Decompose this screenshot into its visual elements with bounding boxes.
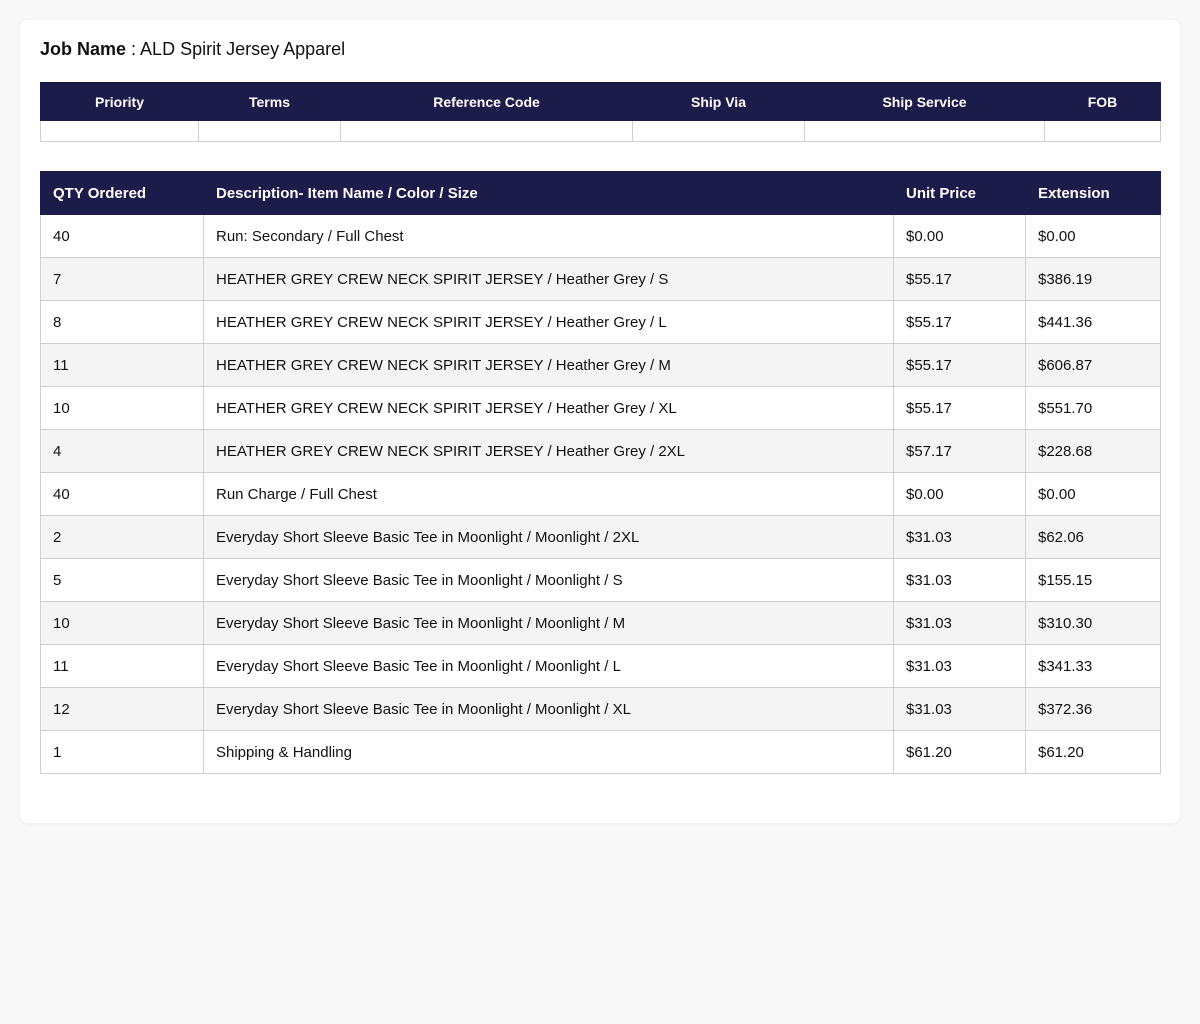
description-cell: Everyday Short Sleeve Basic Tee in Moonl…	[203, 601, 894, 645]
qty-cell: 10	[40, 601, 204, 645]
qty-cell: 2	[40, 515, 204, 559]
table-row: 4 HEATHER GREY CREW NECK SPIRIT JERSEY / …	[40, 429, 1161, 473]
order-info-table: Priority Terms Reference Code Ship Via S…	[40, 82, 1161, 142]
fob-header: FOB	[1044, 82, 1161, 121]
table-row: 2 Everyday Short Sleeve Basic Tee in Moon…	[40, 515, 1161, 559]
qty-cell: 12	[40, 687, 204, 731]
unit-price-cell: $31.03	[893, 644, 1026, 688]
table-row: 11 HEATHER GREY CREW NECK SPIRIT JERSEY /…	[40, 343, 1161, 387]
extension-cell: $441.36	[1025, 300, 1161, 344]
table-row: 7 HEATHER GREY CREW NECK SPIRIT JERSEY / …	[40, 257, 1161, 301]
priority-header: Priority	[40, 82, 199, 121]
extension-header: Extension	[1025, 171, 1161, 215]
extension-cell: $372.36	[1025, 687, 1161, 731]
description-cell: Run Charge / Full Chest	[203, 472, 894, 516]
unit-price-cell: $0.00	[893, 214, 1026, 258]
qty-cell: 10	[40, 386, 204, 430]
reference-code-header: Reference Code	[340, 82, 633, 121]
qty-cell: 40	[40, 472, 204, 516]
description-cell: HEATHER GREY CREW NECK SPIRIT JERSEY / H…	[203, 343, 894, 387]
line-items-table: QTY Ordered Description- Item Name / Col…	[40, 171, 1161, 774]
description-cell: Everyday Short Sleeve Basic Tee in Moonl…	[203, 644, 894, 688]
ship-service-value	[804, 120, 1045, 142]
table-row: 5 Everyday Short Sleeve Basic Tee in Moon…	[40, 558, 1161, 602]
job-name-line: Job Name : ALD Spirit Jersey Apparel	[40, 38, 345, 60]
terms-header: Terms	[198, 82, 341, 121]
description-cell: HEATHER GREY CREW NECK SPIRIT JERSEY / H…	[203, 300, 894, 344]
description-cell: HEATHER GREY CREW NECK SPIRIT JERSEY / H…	[203, 257, 894, 301]
priority-value	[40, 120, 199, 142]
description-cell: Run: Secondary / Full Chest	[203, 214, 894, 258]
unit-price-cell: $0.00	[893, 472, 1026, 516]
unit-price-header: Unit Price	[893, 171, 1026, 215]
qty-cell: 40	[40, 214, 204, 258]
extension-cell: $62.06	[1025, 515, 1161, 559]
extension-cell: $310.30	[1025, 601, 1161, 645]
ship-service-header: Ship Service	[804, 82, 1045, 121]
qty-ordered-header: QTY Ordered	[40, 171, 204, 215]
qty-cell: 7	[40, 257, 204, 301]
unit-price-cell: $55.17	[893, 343, 1026, 387]
unit-price-cell: $55.17	[893, 300, 1026, 344]
unit-price-cell: $61.20	[893, 730, 1026, 774]
qty-cell: 1	[40, 730, 204, 774]
description-cell: Everyday Short Sleeve Basic Tee in Moonl…	[203, 687, 894, 731]
extension-cell: $61.20	[1025, 730, 1161, 774]
unit-price-cell: $31.03	[893, 558, 1026, 602]
job-name-separator: :	[126, 39, 141, 59]
job-name-value: ALD Spirit Jersey Apparel	[140, 39, 346, 59]
description-cell: Everyday Short Sleeve Basic Tee in Moonl…	[203, 515, 894, 559]
extension-cell: $606.87	[1025, 343, 1161, 387]
unit-price-cell: $31.03	[893, 687, 1026, 731]
description-cell: Everyday Short Sleeve Basic Tee in Moonl…	[203, 558, 894, 602]
ship-via-header: Ship Via	[632, 82, 805, 121]
table-row: 10 HEATHER GREY CREW NECK SPIRIT JERSEY /…	[40, 386, 1161, 430]
unit-price-cell: $31.03	[893, 601, 1026, 645]
order-info-header-row: Priority Terms Reference Code Ship Via S…	[40, 82, 1161, 121]
description-cell: Shipping & Handling	[203, 730, 894, 774]
description-cell: HEATHER GREY CREW NECK SPIRIT JERSEY / H…	[203, 429, 894, 473]
order-info-value-row	[40, 120, 1161, 142]
extension-cell: $341.33	[1025, 644, 1161, 688]
extension-cell: $0.00	[1025, 214, 1161, 258]
extension-cell: $386.19	[1025, 257, 1161, 301]
reference-code-value	[340, 120, 633, 142]
extension-cell: $155.15	[1025, 558, 1161, 602]
fob-value	[1044, 120, 1161, 142]
description-cell: HEATHER GREY CREW NECK SPIRIT JERSEY / H…	[203, 386, 894, 430]
unit-price-cell: $55.17	[893, 257, 1026, 301]
extension-cell: $228.68	[1025, 429, 1161, 473]
unit-price-cell: $55.17	[893, 386, 1026, 430]
terms-value	[198, 120, 341, 142]
qty-cell: 5	[40, 558, 204, 602]
table-row: 1 Shipping & Handling $61.20 $61.20	[40, 730, 1161, 774]
extension-cell: $0.00	[1025, 472, 1161, 516]
qty-cell: 4	[40, 429, 204, 473]
qty-cell: 8	[40, 300, 204, 344]
qty-cell: 11	[40, 644, 204, 688]
table-row: 12 Everyday Short Sleeve Basic Tee in Moo…	[40, 687, 1161, 731]
table-row: 11 Everyday Short Sleeve Basic Tee in Moo…	[40, 644, 1161, 688]
line-items-body: 40 Run: Secondary / Full Chest $0.00 $0.00 7…	[40, 214, 1161, 774]
unit-price-cell: $57.17	[893, 429, 1026, 473]
unit-price-cell: $31.03	[893, 515, 1026, 559]
extension-cell: $551.70	[1025, 386, 1161, 430]
table-row: 40 Run Charge / Full Chest $0.00 $0.00	[40, 472, 1161, 516]
job-name-label: Job Name	[40, 39, 127, 59]
description-header: Description- Item Name / Color / Size	[203, 171, 894, 215]
order-card: Job Name : ALD Spirit Jersey Apparel Pri…	[20, 20, 1180, 823]
table-row: 40 Run: Secondary / Full Chest $0.00 $0.00	[40, 214, 1161, 258]
table-row: 8 HEATHER GREY CREW NECK SPIRIT JERSEY / …	[40, 300, 1161, 344]
line-items-header-row: QTY Ordered Description- Item Name / Col…	[40, 171, 1161, 215]
ship-via-value	[632, 120, 805, 142]
table-row: 10 Everyday Short Sleeve Basic Tee in Moo…	[40, 601, 1161, 645]
qty-cell: 11	[40, 343, 204, 387]
